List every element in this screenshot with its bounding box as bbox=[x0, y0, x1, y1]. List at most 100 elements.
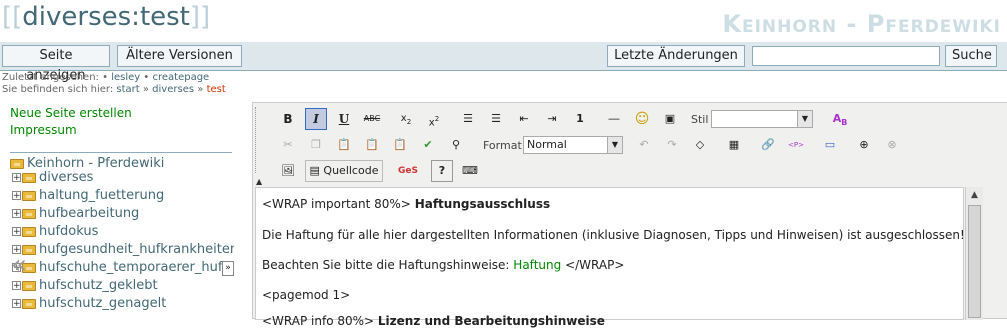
crumb-start[interactable]: start bbox=[116, 84, 139, 95]
spellcheck-icon[interactable]: ✔ bbox=[417, 134, 439, 156]
expand-icon[interactable]: + bbox=[12, 227, 21, 237]
search-input[interactable] bbox=[752, 46, 940, 66]
code-icon[interactable]: 1 bbox=[569, 108, 591, 130]
sidebar-collapse-icon[interactable]: « bbox=[11, 250, 27, 280]
image-icon[interactable]: 🖼 bbox=[277, 160, 299, 182]
trace-link-lesley[interactable]: lesley bbox=[111, 72, 140, 83]
undo-icon[interactable]: ↶ bbox=[633, 134, 655, 156]
format-label: Format bbox=[483, 139, 522, 152]
paste-icon[interactable]: 📋 bbox=[333, 134, 355, 156]
trace-link-createpage[interactable]: createpage bbox=[152, 72, 209, 83]
paste-text-icon[interactable]: 📋 bbox=[361, 134, 383, 156]
unlink-icon[interactable]: ⊗ bbox=[881, 134, 903, 156]
strikethrough-icon[interactable]: ABC bbox=[361, 108, 383, 130]
trace: Zuletzt angesehen: • lesley • createpage bbox=[2, 72, 210, 83]
older-versions-button[interactable]: Ältere Versionen bbox=[117, 45, 242, 67]
wikilink-icon[interactable]: ⊕ bbox=[853, 134, 875, 156]
expand-icon[interactable]: + bbox=[12, 173, 21, 183]
tree-item-haltung[interactable]: + haltung_fuetterung bbox=[12, 187, 164, 205]
site-title[interactable]: Keinhorn - Pferdewiki bbox=[722, 10, 1001, 38]
sidebar: Neue Seite erstellen Impressum Keinhorn … bbox=[0, 104, 245, 319]
image-box-icon[interactable]: ▭ bbox=[819, 134, 841, 156]
page-title[interactable]: [[diverses:test]] bbox=[2, 2, 210, 32]
expand-icon[interactable]: + bbox=[12, 209, 21, 219]
italic-icon[interactable]: I bbox=[305, 108, 327, 130]
unordered-list-icon[interactable]: ☰ bbox=[485, 108, 507, 130]
expand-icon[interactable]: + bbox=[12, 281, 21, 291]
folder-open-icon bbox=[10, 158, 24, 169]
bracket-open: [[ bbox=[2, 2, 23, 32]
underline-icon[interactable]: U bbox=[333, 108, 355, 130]
link-icon[interactable]: 🔗 bbox=[757, 134, 779, 156]
editor-content[interactable]: <WRAP important 80%> Haftungsausschluss … bbox=[255, 187, 965, 328]
haftung-link[interactable]: Haftung bbox=[513, 258, 561, 272]
scroll-up-icon[interactable]: ▲ bbox=[966, 187, 983, 203]
ordered-list-icon[interactable]: ☰ bbox=[457, 108, 479, 130]
you-are-here: Sie befinden sich hier: start » diverses… bbox=[2, 84, 226, 95]
imprint-link[interactable]: Impressum bbox=[10, 123, 77, 137]
smiley-icon[interactable]: ☺ bbox=[631, 108, 653, 130]
editor-scrollbar[interactable]: ▲ bbox=[965, 187, 983, 320]
eraser-icon[interactable]: ◇ bbox=[689, 134, 711, 156]
geshi-icon[interactable]: GeS bbox=[397, 160, 419, 182]
wysiwyg-editor: ▲ B I U ABC x2 x2 ☰ ☰ ⇤ ⇥ 1 ― ☺ ▣ Stil ▼… bbox=[252, 102, 1007, 328]
folder-icon bbox=[22, 208, 36, 219]
indent-icon[interactable]: ⇥ bbox=[541, 108, 563, 130]
outdent-icon[interactable]: ⇤ bbox=[513, 108, 535, 130]
show-page-button[interactable]: Seite anzeigen bbox=[2, 45, 110, 83]
scroll-thumb[interactable] bbox=[968, 205, 981, 318]
search-button[interactable]: Suche bbox=[945, 45, 997, 67]
folder-icon bbox=[22, 298, 36, 309]
horizontal-rule-icon[interactable]: ― bbox=[603, 108, 625, 130]
cut-icon[interactable]: ✂ bbox=[277, 134, 299, 156]
html-icon[interactable]: <P> bbox=[785, 134, 807, 156]
collapse-toolbar-icon[interactable]: ▲ bbox=[256, 177, 262, 186]
expand-icon[interactable]: + bbox=[12, 191, 21, 201]
table-icon[interactable]: ▦ bbox=[723, 134, 745, 156]
help-icon[interactable]: ? bbox=[431, 160, 453, 182]
folder-icon bbox=[22, 226, 36, 237]
paste-word-icon[interactable]: 📋 bbox=[389, 134, 411, 156]
tree-item-hufgesundheit[interactable]: + hufgesundheit_hufkrankheiten bbox=[12, 241, 234, 259]
format-select[interactable]: Normal ▼ bbox=[523, 136, 623, 154]
copy-icon[interactable]: ❐ bbox=[305, 134, 327, 156]
expand-icon[interactable]: + bbox=[12, 299, 21, 309]
dropdown-arrow-icon: ▼ bbox=[607, 137, 622, 153]
keyboard-icon[interactable]: ⌨ bbox=[459, 160, 481, 182]
style-icon[interactable]: AB bbox=[829, 108, 851, 130]
bold-icon[interactable]: B bbox=[277, 108, 299, 130]
source-icon: ▤ bbox=[309, 164, 320, 177]
tree-item-hufdokus[interactable]: + hufdokus bbox=[12, 223, 98, 241]
content-line-4: <pagemod 1> bbox=[262, 288, 351, 302]
tree-item-diverses[interactable]: + diverses bbox=[12, 169, 93, 187]
tree-item-hufschutz-genagelt[interactable]: + hufschutz_genagelt bbox=[12, 295, 166, 313]
folder-icon bbox=[22, 190, 36, 201]
sidebar-divider bbox=[10, 152, 232, 153]
subscript-icon[interactable]: x2 bbox=[395, 108, 417, 130]
bracket-close: ]] bbox=[189, 2, 211, 32]
recent-changes-button[interactable]: Letzte Änderungen bbox=[607, 45, 745, 67]
content-line-5: <WRAP info 80%> Lizenz und Bearbeitungsh… bbox=[262, 314, 605, 328]
tree-item-hufbearbeitung[interactable]: + hufbearbeitung bbox=[12, 205, 139, 223]
find-icon[interactable]: ⚲ bbox=[445, 134, 467, 156]
style-label: Stil bbox=[691, 113, 709, 126]
redo-icon[interactable]: ↷ bbox=[661, 134, 683, 156]
page-id[interactable]: diverses:test bbox=[22, 2, 190, 32]
header: [[diverses:test]] Keinhorn - Pferdewiki bbox=[0, 0, 1007, 43]
folder-icon bbox=[22, 280, 36, 291]
plugin-icon[interactable]: ▣ bbox=[659, 108, 681, 130]
style-select[interactable]: ▼ bbox=[711, 110, 813, 128]
content-line-1: <WRAP important 80%> Haftungsausschluss bbox=[262, 197, 551, 211]
content-line-3: Beachten Sie bitte die Haftungshinweise:… bbox=[262, 258, 625, 272]
crumb-test[interactable]: test bbox=[207, 84, 226, 95]
breadcrumbs: Zuletzt angesehen: • lesley • createpage… bbox=[2, 72, 226, 96]
tree-item-hufschutz-geklebt[interactable]: + hufschutz_geklebt bbox=[12, 277, 158, 295]
toolbar-grip[interactable] bbox=[255, 107, 259, 173]
superscript-icon[interactable]: x2 bbox=[423, 108, 445, 130]
crumb-diverses[interactable]: diverses bbox=[152, 84, 194, 95]
new-page-link[interactable]: Neue Seite erstellen bbox=[10, 106, 132, 120]
action-bar: Seite anzeigen Ältere Versionen Letzte Ä… bbox=[0, 42, 1007, 83]
source-button[interactable]: ▤ Quellcode bbox=[305, 160, 383, 182]
expand-right-icon[interactable]: » bbox=[222, 261, 234, 276]
tree-item-hufschuhe[interactable]: +hufschuhe_temporaerer_hufschutz bbox=[12, 259, 222, 277]
